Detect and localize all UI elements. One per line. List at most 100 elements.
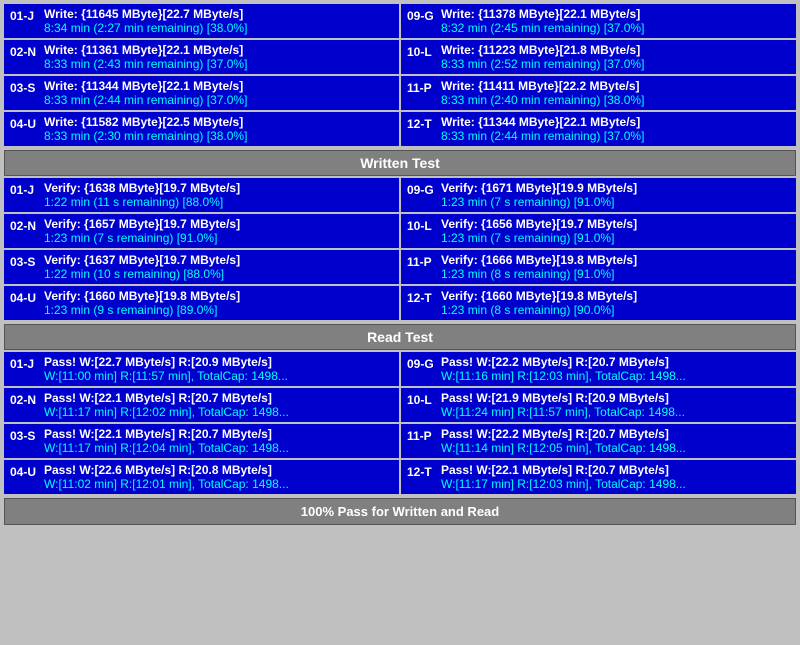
cell-content-02n: Write: {11361 MByte}[22.1 MByte/s] 8:33 … [44, 43, 393, 71]
cell-content-09g: Write: {11378 MByte}[22.1 MByte/s] 8:32 … [441, 7, 790, 35]
verify-line1-12t: Verify: {1660 MByte}[19.8 MByte/s] [441, 289, 790, 303]
pass-line2-02n: W:[11:17 min] R:[12:02 min], TotalCap: 1… [44, 405, 393, 419]
pass-cell-11p: 11-P Pass! W:[22.2 MByte/s] R:[20.7 MByt… [401, 424, 796, 458]
pass-id-04u: 04-U [10, 463, 38, 479]
cell-id-02n: 02-N [10, 43, 38, 59]
pass-line2-01j: W:[11:00 min] R:[11:57 min], TotalCap: 1… [44, 369, 393, 383]
cell-id-12t: 12-T [407, 115, 435, 131]
write-cell-04u: 04-U Write: {11582 MByte}[22.5 MByte/s] … [4, 112, 399, 146]
pass-id-12t: 12-T [407, 463, 435, 479]
verify-line2-03s: 1:22 min (10 s remaining) [88.0%] [44, 267, 393, 281]
verify-cell-10l: 10-L Verify: {1656 MByte}[19.7 MByte/s] … [401, 214, 796, 248]
write-line2-09g: 8:32 min (2:45 min remaining) [37.0%] [441, 21, 790, 35]
verify-line1-11p: Verify: {1666 MByte}[19.8 MByte/s] [441, 253, 790, 267]
pass-content-11p: Pass! W:[22.2 MByte/s] R:[20.7 MByte/s] … [441, 427, 790, 455]
verify-line1-04u: Verify: {1660 MByte}[19.8 MByte/s] [44, 289, 393, 303]
write-line2-10l: 8:33 min (2:52 min remaining) [37.0%] [441, 57, 790, 71]
pass-id-11p: 11-P [407, 427, 435, 443]
written-test-label: Written Test [360, 155, 440, 171]
verify-line2-01j: 1:22 min (11 s remaining) [88.0%] [44, 195, 393, 209]
pass-line2-09g: W:[11:16 min] R:[12:03 min], TotalCap: 1… [441, 369, 790, 383]
verify-id-12t: 12-T [407, 289, 435, 305]
pass-line1-01j: Pass! W:[22.7 MByte/s] R:[20.9 MByte/s] [44, 355, 393, 369]
main-container: 01-J Write: {11645 MByte}[22.7 MByte/s] … [0, 0, 800, 531]
pass-line1-10l: Pass! W:[21.9 MByte/s] R:[20.9 MByte/s] [441, 391, 790, 405]
write-cell-12t: 12-T Write: {11344 MByte}[22.1 MByte/s] … [401, 112, 796, 146]
verify-line2-04u: 1:23 min (9 s remaining) [89.0%] [44, 303, 393, 317]
verify-cell-04u: 04-U Verify: {1660 MByte}[19.8 MByte/s] … [4, 286, 399, 320]
pass-line1-02n: Pass! W:[22.1 MByte/s] R:[20.7 MByte/s] [44, 391, 393, 405]
verify-id-02n: 02-N [10, 217, 38, 233]
cell-id-04u: 04-U [10, 115, 38, 131]
write-line1-12t: Write: {11344 MByte}[22.1 MByte/s] [441, 115, 790, 129]
verify-line1-02n: Verify: {1657 MByte}[19.7 MByte/s] [44, 217, 393, 231]
cell-id-10l: 10-L [407, 43, 435, 59]
pass-cell-12t: 12-T Pass! W:[22.1 MByte/s] R:[20.7 MByt… [401, 460, 796, 494]
verify-id-01j: 01-J [10, 181, 38, 197]
pass-cell-01j: 01-J Pass! W:[22.7 MByte/s] R:[20.9 MByt… [4, 352, 399, 386]
pass-cell-10l: 10-L Pass! W:[21.9 MByte/s] R:[20.9 MByt… [401, 388, 796, 422]
pass-id-01j: 01-J [10, 355, 38, 371]
verify-cell-01j: 01-J Verify: {1638 MByte}[19.7 MByte/s] … [4, 178, 399, 212]
pass-id-10l: 10-L [407, 391, 435, 407]
verify-line2-02n: 1:23 min (7 s remaining) [91.0%] [44, 231, 393, 245]
verify-line1-01j: Verify: {1638 MByte}[19.7 MByte/s] [44, 181, 393, 195]
write-test-section: 01-J Write: {11645 MByte}[22.7 MByte/s] … [4, 4, 796, 525]
pass-content-01j: Pass! W:[22.7 MByte/s] R:[20.9 MByte/s] … [44, 355, 393, 383]
pass-content-03s: Pass! W:[22.1 MByte/s] R:[20.7 MByte/s] … [44, 427, 393, 455]
cell-id-01j: 01-J [10, 7, 38, 23]
pass-line2-10l: W:[11:24 min] R:[11:57 min], TotalCap: 1… [441, 405, 790, 419]
verify-id-03s: 03-S [10, 253, 38, 269]
pass-line1-03s: Pass! W:[22.1 MByte/s] R:[20.7 MByte/s] [44, 427, 393, 441]
pass-id-09g: 09-G [407, 355, 435, 371]
write-line1-01j: Write: {11645 MByte}[22.7 MByte/s] [44, 7, 393, 21]
pass-cell-04u: 04-U Pass! W:[22.6 MByte/s] R:[20.8 MByt… [4, 460, 399, 494]
cell-id-09g: 09-G [407, 7, 435, 23]
write-line2-04u: 8:33 min (2:30 min remaining) [38.0%] [44, 129, 393, 143]
pass-line2-03s: W:[11:17 min] R:[12:04 min], TotalCap: 1… [44, 441, 393, 455]
cell-content-11p: Write: {11411 MByte}[22.2 MByte/s] 8:33 … [441, 79, 790, 107]
write-line2-02n: 8:33 min (2:43 min remaining) [37.0%] [44, 57, 393, 71]
write-line2-11p: 8:33 min (2:40 min remaining) [38.0%] [441, 93, 790, 107]
write-line1-11p: Write: {11411 MByte}[22.2 MByte/s] [441, 79, 790, 93]
write-cell-09g: 09-G Write: {11378 MByte}[22.1 MByte/s] … [401, 4, 796, 38]
pass-line2-04u: W:[11:02 min] R:[12:01 min], TotalCap: 1… [44, 477, 393, 491]
verify-content-09g: Verify: {1671 MByte}[19.9 MByte/s] 1:23 … [441, 181, 790, 209]
verify-id-10l: 10-L [407, 217, 435, 233]
write-cell-11p: 11-P Write: {11411 MByte}[22.2 MByte/s] … [401, 76, 796, 110]
pass-cell-09g: 09-G Pass! W:[22.2 MByte/s] R:[20.7 MByt… [401, 352, 796, 386]
write-line1-03s: Write: {11344 MByte}[22.1 MByte/s] [44, 79, 393, 93]
pass-content-09g: Pass! W:[22.2 MByte/s] R:[20.7 MByte/s] … [441, 355, 790, 383]
verify-line1-10l: Verify: {1656 MByte}[19.7 MByte/s] [441, 217, 790, 231]
cell-content-01j: Write: {11645 MByte}[22.7 MByte/s] 8:34 … [44, 7, 393, 35]
pass-content-04u: Pass! W:[22.6 MByte/s] R:[20.8 MByte/s] … [44, 463, 393, 491]
verify-line1-09g: Verify: {1671 MByte}[19.9 MByte/s] [441, 181, 790, 195]
write-cell-03s: 03-S Write: {11344 MByte}[22.1 MByte/s] … [4, 76, 399, 110]
verify-id-04u: 04-U [10, 289, 38, 305]
verify-line1-03s: Verify: {1637 MByte}[19.7 MByte/s] [44, 253, 393, 267]
read-test-grid: 01-J Pass! W:[22.7 MByte/s] R:[20.9 MByt… [4, 352, 796, 494]
write-cell-02n: 02-N Write: {11361 MByte}[22.1 MByte/s] … [4, 40, 399, 74]
verify-cell-03s: 03-S Verify: {1637 MByte}[19.7 MByte/s] … [4, 250, 399, 284]
pass-content-12t: Pass! W:[22.1 MByte/s] R:[20.7 MByte/s] … [441, 463, 790, 491]
write-line2-03s: 8:33 min (2:44 min remaining) [37.0%] [44, 93, 393, 107]
write-line2-12t: 8:33 min (2:44 min remaining) [37.0%] [441, 129, 790, 143]
write-cell-10l: 10-L Write: {11223 MByte}[21.8 MByte/s] … [401, 40, 796, 74]
write-line2-01j: 8:34 min (2:27 min remaining) [38.0%] [44, 21, 393, 35]
verify-content-03s: Verify: {1637 MByte}[19.7 MByte/s] 1:22 … [44, 253, 393, 281]
verify-id-09g: 09-G [407, 181, 435, 197]
pass-line1-04u: Pass! W:[22.6 MByte/s] R:[20.8 MByte/s] [44, 463, 393, 477]
footer-text: 100% Pass for Written and Read [301, 504, 499, 519]
cell-content-12t: Write: {11344 MByte}[22.1 MByte/s] 8:33 … [441, 115, 790, 143]
verify-content-11p: Verify: {1666 MByte}[19.8 MByte/s] 1:23 … [441, 253, 790, 281]
pass-cell-03s: 03-S Pass! W:[22.1 MByte/s] R:[20.7 MByt… [4, 424, 399, 458]
read-test-header: Read Test [4, 324, 796, 350]
pass-id-03s: 03-S [10, 427, 38, 443]
cell-content-10l: Write: {11223 MByte}[21.8 MByte/s] 8:33 … [441, 43, 790, 71]
written-test-header: Written Test [4, 150, 796, 176]
write-line1-09g: Write: {11378 MByte}[22.1 MByte/s] [441, 7, 790, 21]
verify-cell-12t: 12-T Verify: {1660 MByte}[19.8 MByte/s] … [401, 286, 796, 320]
verify-content-02n: Verify: {1657 MByte}[19.7 MByte/s] 1:23 … [44, 217, 393, 245]
read-test-label: Read Test [367, 329, 433, 345]
write-test-grid: 01-J Write: {11645 MByte}[22.7 MByte/s] … [4, 4, 796, 146]
